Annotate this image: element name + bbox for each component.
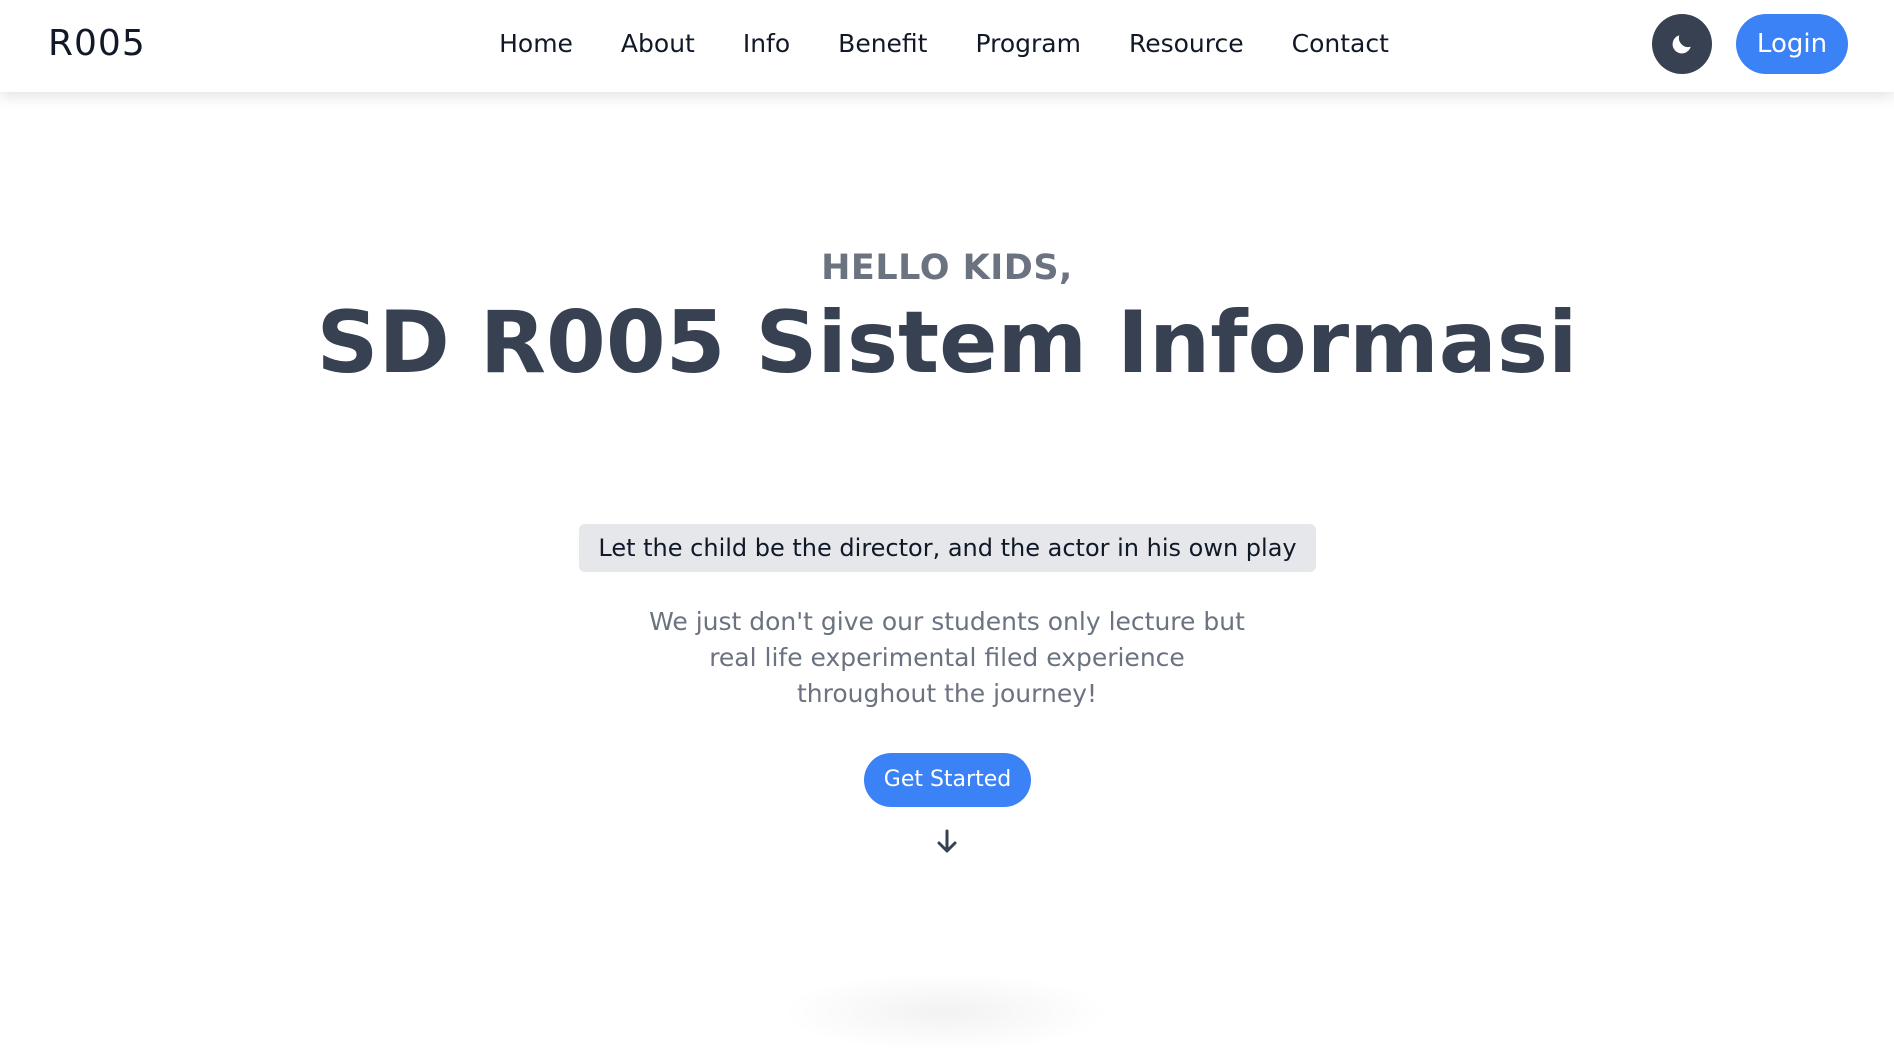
top-navbar: R005 Home About Info Benefit Program Res… [0,0,1894,92]
arrow-down-icon[interactable] [935,828,959,856]
nav-contact[interactable]: Contact [1292,26,1389,62]
hero-eyebrow: HELLO KIDS, [821,248,1073,288]
nav-info[interactable]: Info [743,26,790,62]
nav-about[interactable]: About [621,26,695,62]
nav-program[interactable]: Program [975,26,1080,62]
theme-toggle-button[interactable] [1652,14,1712,74]
brand-logo-text[interactable]: R005 [48,21,146,67]
main-nav: Home About Info Benefit Program Resource… [0,26,1894,62]
hero-quote: Let the child be the director, and the a… [579,524,1316,572]
hero-title: SD R005 Sistem Informasi [316,293,1578,393]
hero-description: We just don't give our students only lec… [649,607,1245,708]
nav-resource[interactable]: Resource [1129,26,1244,62]
decorative-shadow [780,972,1110,1052]
nav-home[interactable]: Home [499,26,573,62]
moon-icon [1672,35,1691,54]
hero-section: HELLO KIDS, SD R005 Sistem Informasi Let… [0,92,1894,1052]
get-started-button[interactable]: Get Started [864,753,1031,807]
nav-benefit[interactable]: Benefit [838,26,927,62]
login-button[interactable]: Login [1736,14,1848,74]
